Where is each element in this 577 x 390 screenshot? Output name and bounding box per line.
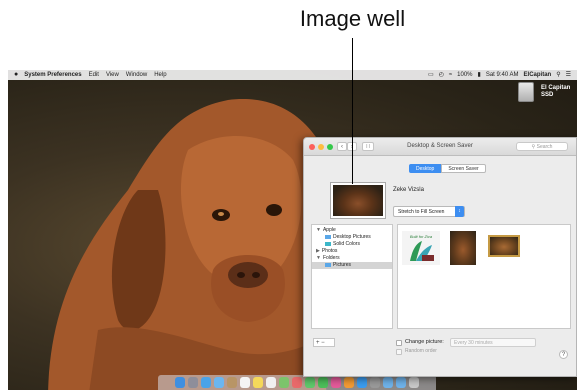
search-icon: ⚲ — [531, 144, 536, 150]
disclosure-triangle-icon[interactable]: ▼ — [316, 227, 321, 233]
calendar-icon[interactable] — [240, 377, 250, 388]
sidebar-item-desktop-pictures[interactable]: Desktop Pictures — [312, 234, 392, 241]
menu-bar-status: ▭ ◴ ≈ 100% ▮ Sat 9:40 AM ElCapitan ⚲ ☰ — [428, 70, 577, 80]
app-store-icon[interactable] — [357, 377, 367, 388]
change-interval-select[interactable]: Every 30 minutes — [450, 338, 536, 347]
ibooks-icon[interactable] — [344, 377, 354, 388]
sidebar-group-label: Apple — [322, 227, 336, 233]
search-placeholder: Search — [536, 144, 553, 150]
disclosure-triangle-icon[interactable]: ▶ — [316, 248, 320, 254]
picture-thumbnail-selected[interactable] — [488, 235, 520, 257]
airplay-icon[interactable]: ▭ — [428, 70, 434, 80]
launchpad-icon[interactable] — [188, 377, 198, 388]
hard-drive-label-line1: El Capitan — [541, 85, 571, 91]
contacts-icon[interactable] — [227, 377, 237, 388]
change-picture-checkbox[interactable] — [396, 340, 402, 346]
battery-icon[interactable]: ▮ — [478, 70, 481, 80]
page: Image well ● System Preferences Edit Vie… — [0, 0, 577, 390]
sidebar-group-label: Photos — [321, 248, 338, 254]
notification-center-icon[interactable]: ☰ — [566, 70, 571, 80]
notes-icon[interactable] — [253, 377, 263, 388]
wifi-icon[interactable]: ≈ — [449, 70, 452, 80]
tab-desktop[interactable]: Desktop — [409, 164, 442, 173]
tab-bar: Desktop Screen Saver — [409, 164, 486, 173]
help-button[interactable]: ? — [559, 350, 568, 359]
time-machine-icon[interactable]: ◴ — [439, 70, 444, 80]
sidebar-item-label: Solid Colors — [333, 241, 360, 247]
picture-grid: Built for Ziva — [397, 224, 571, 329]
menu-bar: ● System Preferences Edit View Window He… — [8, 70, 577, 80]
sidebar-group-apple[interactable]: ▼ Apple — [312, 227, 392, 234]
hard-drive-label-line2: SSD — [541, 92, 554, 98]
window-titlebar[interactable]: ‹ › ∷ Desktop & Screen Saver ⚲ Search — [304, 138, 576, 156]
thumbnail-caption: Built for Ziva — [410, 234, 433, 239]
apple-menu-icon[interactable]: ● — [14, 70, 18, 80]
change-picture-label: Change picture: — [405, 339, 444, 345]
photos-icon[interactable] — [292, 377, 302, 388]
trash-icon[interactable] — [409, 377, 419, 388]
hard-drive-icon[interactable] — [518, 82, 534, 102]
menu-user[interactable]: ElCapitan — [524, 70, 552, 80]
finder-icon[interactable] — [175, 377, 185, 388]
reminders-icon[interactable] — [266, 377, 276, 388]
safari-icon[interactable] — [201, 377, 211, 388]
image-well[interactable] — [330, 182, 386, 219]
spotlight-icon[interactable]: ⚲ — [556, 70, 560, 80]
picture-thumbnail[interactable] — [450, 231, 476, 265]
system-preferences-icon[interactable] — [370, 377, 380, 388]
menu-window[interactable]: Window — [126, 70, 147, 80]
source-sidebar: ▼ Apple Desktop Pictures Solid Colors ▶ Ph… — [311, 224, 393, 329]
search-field[interactable]: ⚲ Search — [516, 142, 568, 151]
folder-icon[interactable] — [396, 377, 406, 388]
battery-percent[interactable]: 100% — [457, 70, 472, 80]
random-order-checkbox[interactable] — [396, 349, 402, 355]
sidebar-item-label: Pictures — [333, 262, 352, 268]
picture-name: Zeke Vizsla — [393, 187, 424, 193]
folder-icon — [325, 262, 331, 267]
menu-view[interactable]: View — [106, 70, 119, 80]
callout-line — [352, 38, 353, 184]
dock — [158, 375, 436, 390]
thumbnail-artwork: Built for Ziva — [410, 234, 434, 261]
itunes-icon[interactable] — [331, 377, 341, 388]
messages-icon[interactable] — [305, 377, 315, 388]
menu-edit[interactable]: Edit — [89, 70, 99, 80]
color-swatch-icon — [325, 241, 331, 246]
folder-icon[interactable] — [383, 377, 393, 388]
mail-icon[interactable] — [214, 377, 224, 388]
hard-drive-label[interactable]: El Capitan SSD — [541, 85, 570, 99]
menu-app-name[interactable]: System Preferences — [24, 70, 81, 80]
folder-icon — [325, 234, 331, 239]
image-well-preview — [333, 185, 383, 216]
desktop-screen-saver-window: ‹ › ∷ Desktop & Screen Saver ⚲ Search De… — [303, 137, 577, 377]
menu-clock[interactable]: Sat 9:40 AM — [486, 70, 519, 80]
chevron-updown-icon: ↕ — [455, 206, 464, 217]
sidebar-item-pictures[interactable]: Pictures — [312, 262, 392, 269]
menu-help[interactable]: Help — [154, 70, 166, 80]
add-remove-folder-buttons[interactable]: + − — [313, 338, 335, 347]
callout-label: Image well — [299, 6, 406, 31]
picture-thumbnail[interactable]: Built for Ziva — [402, 231, 440, 265]
tab-screen-saver[interactable]: Screen Saver — [441, 164, 486, 173]
disclosure-triangle-icon[interactable]: ▼ — [316, 255, 321, 261]
fit-mode-value: Stretch to Fill Screen — [398, 209, 445, 215]
maps-icon[interactable] — [279, 377, 289, 388]
fit-mode-select[interactable]: Stretch to Fill Screen ↕ — [393, 206, 465, 217]
sidebar-item-solid-colors[interactable]: Solid Colors — [312, 241, 392, 248]
sidebar-group-label: Folders — [322, 255, 340, 261]
facetime-icon[interactable] — [318, 377, 328, 388]
random-order-label: Random order — [405, 348, 437, 354]
sidebar-item-label: Desktop Pictures — [333, 234, 371, 240]
sidebar-group-photos[interactable]: ▶ Photos — [312, 248, 392, 255]
sidebar-group-folders[interactable]: ▼ Folders — [312, 255, 392, 262]
